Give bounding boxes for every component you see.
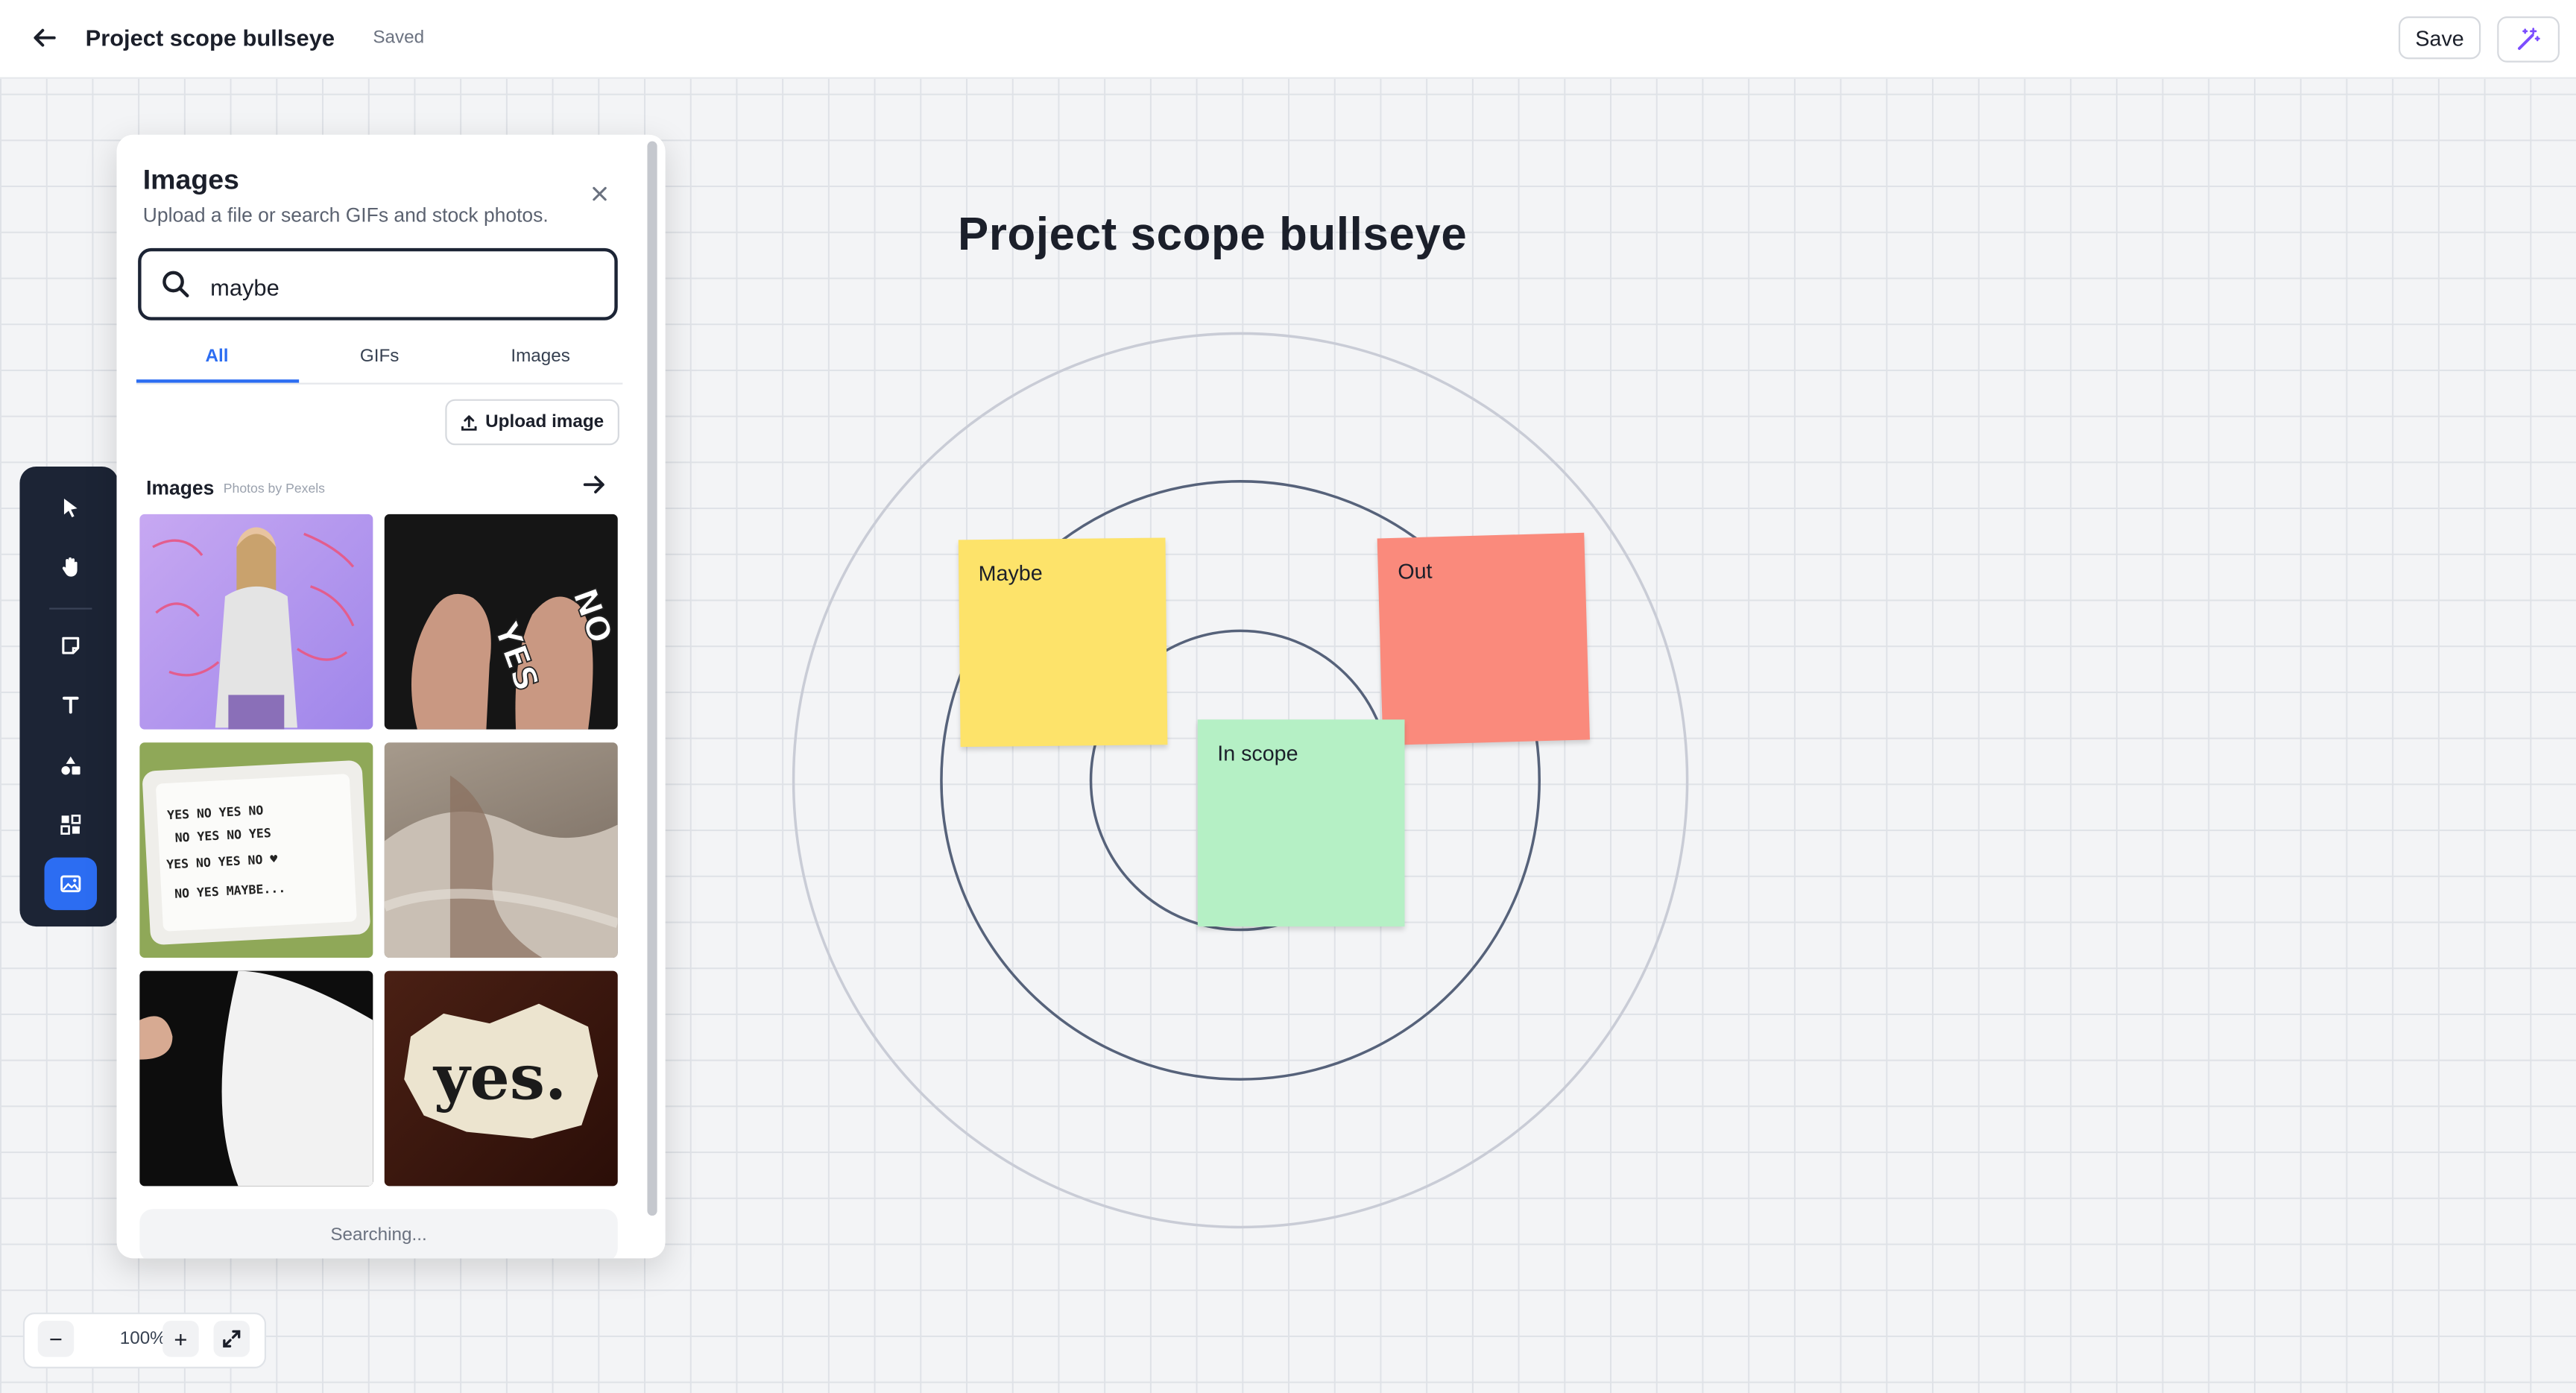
toolbar-divider	[49, 607, 92, 610]
letterboard-photo-icon: YES NO YES NO NO YES NO YES YES NO YES N…	[142, 760, 370, 945]
image-result-thumbnail[interactable]: yes.	[384, 970, 618, 1187]
shapes-icon	[61, 756, 80, 775]
sticky-note-label: Out	[1397, 558, 1433, 584]
text-tool[interactable]	[45, 678, 98, 731]
shirt-photo-icon: MAYBE	[139, 970, 373, 1187]
image-icon	[60, 875, 81, 893]
zoom-in-button[interactable]: +	[162, 1321, 199, 1357]
fit-to-screen-button[interactable]	[213, 1321, 250, 1357]
upload-icon	[461, 414, 478, 430]
shapes-tool[interactable]	[45, 739, 98, 792]
expand-icon	[223, 1330, 241, 1348]
upload-image-button[interactable]: Upload image	[445, 399, 619, 446]
zoom-control: − 100% +	[22, 1313, 267, 1369]
components-tool[interactable]	[45, 798, 98, 851]
images-section-title: Images	[146, 476, 215, 500]
search-icon	[162, 271, 189, 297]
hand-icon	[62, 557, 78, 577]
select-icon	[63, 498, 78, 518]
search-status: Searching...	[139, 1209, 618, 1259]
close-icon	[593, 186, 607, 201]
panel-title: Images	[142, 164, 239, 196]
image-result-thumbnail[interactable]	[384, 742, 618, 958]
text-icon	[62, 696, 79, 714]
panel-subtitle: Upload a file or search GIFs and stock p…	[142, 203, 549, 227]
sticky-note-label: In scope	[1217, 741, 1298, 766]
images-panel: Images Upload a file or search GIFs and …	[116, 134, 666, 1259]
tool-palette	[19, 466, 119, 927]
sticky-note-icon	[62, 637, 80, 654]
components-icon	[60, 815, 81, 835]
sticky-note-in-scope[interactable]: In scope	[1197, 719, 1405, 927]
image-result-thumbnail[interactable]: YES NO	[384, 514, 618, 730]
fabric-photo-icon	[384, 775, 618, 958]
see-all-images-button[interactable]	[580, 472, 610, 498]
panel-scrollbar[interactable]	[647, 141, 657, 1216]
image-tool[interactable]	[44, 857, 98, 911]
hands-photo-icon: YES NO	[411, 583, 618, 730]
sticky-note-tool[interactable]	[45, 619, 98, 672]
image-search-input[interactable]	[206, 268, 592, 308]
images-section-source: Photos by Pexels	[223, 481, 325, 496]
tab-images[interactable]: Images	[460, 347, 621, 366]
active-tab-indicator	[136, 379, 300, 383]
select-tool[interactable]	[45, 481, 98, 534]
zoom-out-button[interactable]: −	[37, 1321, 75, 1357]
tab-all[interactable]: All	[136, 347, 297, 366]
hand-tool[interactable]	[45, 540, 98, 593]
upload-image-label: Upload image	[485, 412, 604, 432]
image-source-tabs: All GIFs Images	[136, 332, 623, 385]
image-result-thumbnail[interactable]: MAYBE	[139, 970, 373, 1187]
sticky-note-label: Maybe	[978, 560, 1043, 586]
image-result-thumbnail[interactable]	[139, 514, 373, 730]
close-panel-button[interactable]	[587, 180, 613, 206]
tab-gifs[interactable]: GIFs	[299, 347, 460, 366]
paper-photo-icon: yes.	[404, 1003, 599, 1139]
sticky-note-maybe[interactable]: Maybe	[958, 537, 1168, 748]
svg-text:yes.: yes.	[432, 1040, 566, 1114]
girl-photo-icon	[152, 527, 355, 730]
image-result-thumbnail[interactable]: YES NO YES NO NO YES NO YES YES NO YES N…	[139, 742, 373, 958]
board-title[interactable]: Project scope bullseye	[958, 209, 1467, 262]
sticky-note-out[interactable]: Out	[1377, 532, 1590, 746]
image-search-box[interactable]	[138, 247, 618, 320]
arrow-right-icon	[583, 476, 604, 494]
